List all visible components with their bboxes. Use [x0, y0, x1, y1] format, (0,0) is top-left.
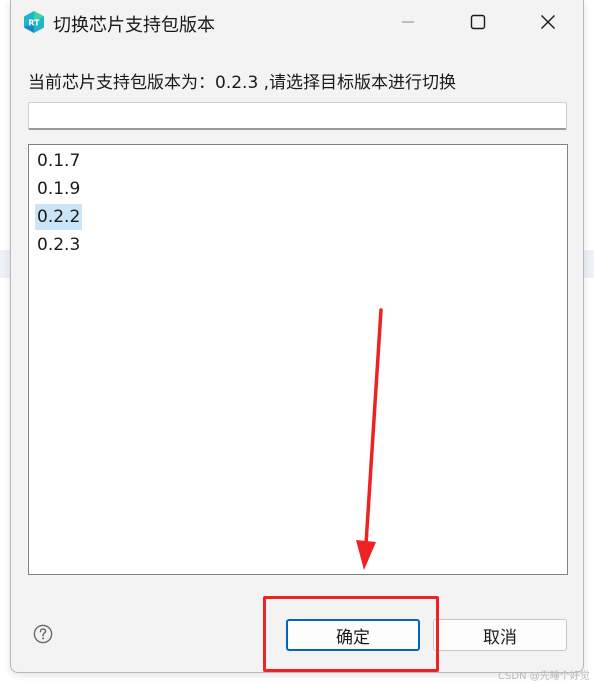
- maximize-icon: [470, 14, 486, 30]
- version-list[interactable]: 0.1.7 0.1.9 0.2.2 0.2.3: [28, 144, 568, 575]
- filter-input[interactable]: [28, 102, 567, 130]
- minimize-icon: [402, 21, 414, 23]
- window-title: 切换芯片支持包版本: [53, 15, 215, 36]
- cancel-button[interactable]: 取消: [433, 619, 567, 651]
- watermark: CSDN @先睡个好觉: [498, 671, 590, 682]
- current-version-prompt: 当前芯片支持包版本为：0.2.3 ,请选择目标版本进行切换: [28, 73, 457, 93]
- list-item-0-1-7[interactable]: 0.1.7: [35, 148, 82, 174]
- maximize-button[interactable]: [455, 0, 501, 44]
- rt-logo-icon: RT: [24, 11, 44, 33]
- ok-button-highlight: [263, 596, 439, 672]
- list-item-0-2-3[interactable]: 0.2.3: [35, 232, 82, 258]
- close-button[interactable]: [525, 0, 571, 44]
- app-icon-label: RT: [28, 19, 40, 28]
- list-item-0-2-2[interactable]: 0.2.2: [35, 204, 83, 230]
- help-icon[interactable]: [33, 624, 53, 644]
- close-icon: [541, 15, 555, 29]
- title-bar[interactable]: RT 切换芯片支持包版本: [11, 0, 583, 44]
- minimize-button[interactable]: [385, 0, 431, 44]
- page: RT 切换芯片支持包版本 当前芯片支持包版本为：0.2.3 ,请选择目标版本进行…: [0, 0, 594, 684]
- arrow-annotation: [356, 308, 383, 570]
- dialog-window: RT 切换芯片支持包版本 当前芯片支持包版本为：0.2.3 ,请选择目标版本进行…: [10, 0, 584, 673]
- list-item-0-1-9[interactable]: 0.1.9: [35, 176, 82, 202]
